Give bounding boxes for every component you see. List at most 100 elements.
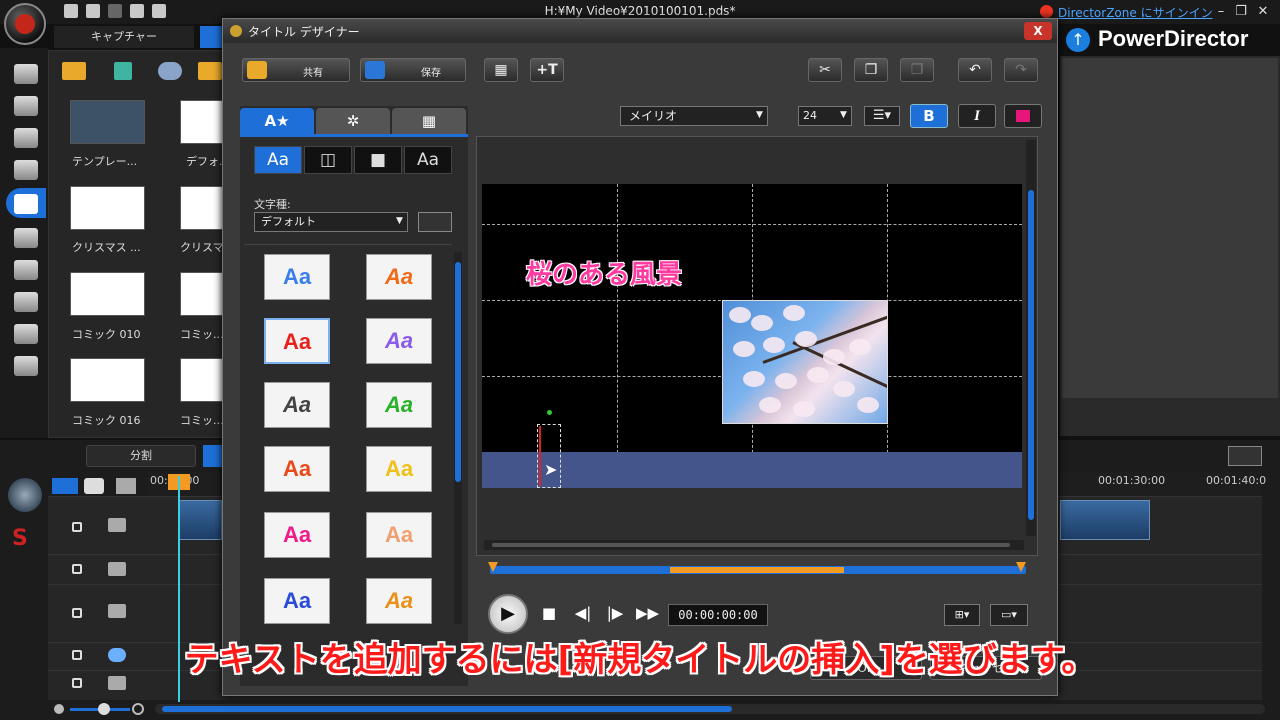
close-icon[interactable]: ✕	[1254, 4, 1272, 20]
minimize-icon[interactable]: –	[1212, 4, 1230, 20]
paste-icon[interactable]: ❐	[900, 58, 934, 82]
library-thumb[interactable]	[70, 358, 145, 402]
media-room-icon[interactable]	[14, 64, 38, 84]
copy-icon[interactable]: ❐	[854, 58, 888, 82]
fast-forward-icon[interactable]: ▶▶	[636, 604, 659, 622]
library-menu-icon[interactable]	[198, 62, 222, 80]
preset-style-item[interactable]: Aa	[366, 578, 432, 624]
voiceover-icon[interactable]	[14, 292, 38, 312]
video-clip[interactable]	[1060, 500, 1150, 540]
tab-background-styles[interactable]: ▦	[392, 108, 466, 134]
insert-title-icon[interactable]: +T	[530, 58, 564, 82]
track-manager-icon[interactable]	[116, 478, 136, 494]
text-effect-button[interactable]: Aa	[404, 146, 452, 174]
tab-text-styles[interactable]: A★	[240, 108, 314, 134]
title-room-icon[interactable]	[14, 194, 38, 214]
font-select[interactable]: メイリオ	[620, 106, 768, 126]
mark-out-handle[interactable]	[1016, 562, 1026, 572]
save-template-button[interactable]: 保存	[360, 58, 466, 82]
help-icon[interactable]: ↑	[1066, 28, 1090, 52]
preview-horizontal-scroll-thumb[interactable]	[492, 543, 1010, 547]
preset-style-item[interactable]: Aa	[264, 318, 330, 364]
preset-style-item[interactable]: Aa	[264, 446, 330, 492]
lock-icon[interactable]	[72, 564, 82, 574]
tab-particle-styles[interactable]: ✲	[316, 108, 390, 134]
library-thumb[interactable]	[70, 272, 145, 316]
zoom-out-icon[interactable]	[54, 704, 64, 714]
zoom-clock-icon[interactable]	[132, 703, 144, 715]
preset-style-item[interactable]: Aa	[264, 382, 330, 428]
share-template-icon[interactable]	[158, 62, 182, 80]
pip-room-icon[interactable]	[14, 128, 38, 148]
shadow-button[interactable]: ■	[354, 146, 402, 174]
particle-room-icon[interactable]	[14, 160, 38, 180]
preset-style-item[interactable]: Aa	[366, 512, 432, 558]
next-frame-icon[interactable]: |▶	[604, 604, 626, 622]
scissors-icon[interactable]: ✂	[808, 58, 842, 82]
preset-style-item[interactable]: Aa	[366, 318, 432, 364]
directorzone-signin-link[interactable]: DirectorZone にサインイン	[1058, 4, 1213, 21]
share-button[interactable]: 共有	[242, 58, 350, 82]
timeline-scroll-thumb[interactable]	[162, 706, 732, 712]
preset-style-item[interactable]: Aa	[366, 382, 432, 428]
restore-icon[interactable]: ❐	[1232, 4, 1250, 20]
redo-icon[interactable]	[108, 4, 122, 18]
play-icon[interactable]: ▶	[488, 594, 528, 634]
preset-style-item[interactable]: Aa	[366, 254, 432, 300]
redo-icon[interactable]: ↷	[1004, 58, 1038, 82]
stop-icon[interactable]: ■	[538, 604, 560, 622]
preset-style-item[interactable]: Aa	[264, 254, 330, 300]
timeline-view-icon[interactable]	[52, 478, 78, 494]
new-project-icon[interactable]	[130, 4, 144, 18]
title-body-range[interactable]	[670, 567, 844, 573]
prev-frame-icon[interactable]: ◀|	[572, 604, 594, 622]
transition-room-icon[interactable]	[14, 228, 38, 248]
zoom-slider-thumb[interactable]	[98, 703, 110, 715]
preset-manage-icon[interactable]	[418, 212, 452, 232]
tab-edit[interactable]	[200, 26, 222, 48]
italic-button[interactable]: I	[958, 104, 996, 128]
subtitle-room-icon[interactable]	[14, 356, 38, 376]
mark-in-handle[interactable]	[488, 562, 498, 572]
lock-icon[interactable]	[72, 522, 82, 532]
undo-icon[interactable]	[86, 4, 100, 18]
preset-style-item[interactable]: Aa	[264, 578, 330, 624]
directorzone-download-icon[interactable]	[114, 62, 132, 80]
audio-mixing-icon[interactable]	[14, 260, 38, 280]
display-mode-select[interactable]: ▭▾	[990, 604, 1028, 626]
char-type-select[interactable]: デフォルト	[254, 212, 408, 232]
library-thumb[interactable]	[70, 100, 145, 144]
rotate-handle[interactable]	[547, 410, 552, 415]
video-clip[interactable]	[178, 500, 222, 540]
selected-text-area[interactable]	[482, 452, 1022, 488]
preview-vertical-scroll-thumb[interactable]	[1028, 190, 1034, 520]
effect-room-icon[interactable]	[14, 96, 38, 116]
font-face-button[interactable]: Aa	[254, 146, 302, 174]
library-thumb[interactable]	[70, 186, 145, 230]
border-button[interactable]: ◫	[304, 146, 352, 174]
dialog-close-button[interactable]: X	[1024, 22, 1052, 40]
timecode-display[interactable]: 00:00:00:00	[668, 604, 768, 626]
save-icon[interactable]	[64, 4, 78, 18]
insert-background-icon[interactable]: ▦	[484, 58, 518, 82]
open-project-icon[interactable]	[152, 4, 166, 18]
magic-tools-icon[interactable]	[8, 478, 42, 512]
canvas-title-text[interactable]: 桜のある風景	[526, 254, 682, 291]
import-icon[interactable]	[62, 62, 86, 80]
bold-button[interactable]: B	[910, 104, 948, 128]
storyboard-view-icon[interactable]	[84, 478, 104, 494]
text-align-select[interactable]: ☰▾	[864, 106, 900, 126]
cherry-blossom-photo[interactable]	[722, 300, 888, 424]
grid-lines-select[interactable]: ⊞▾	[944, 604, 980, 626]
preset-style-item[interactable]: Aa	[264, 512, 330, 558]
preset-style-item[interactable]: Aa	[366, 446, 432, 492]
smart-fit-icon[interactable]: S	[12, 526, 38, 552]
tab-capture[interactable]: キャプチャー	[54, 26, 194, 48]
powerdirector-logo[interactable]	[4, 3, 46, 45]
preset-scroll-thumb[interactable]	[455, 262, 461, 482]
lock-icon[interactable]	[72, 608, 82, 618]
undo-icon[interactable]: ↶	[958, 58, 992, 82]
split-button[interactable]: 分割	[86, 445, 196, 467]
chapter-room-icon[interactable]	[14, 324, 38, 344]
fit-timeline-icon[interactable]	[1228, 446, 1262, 466]
